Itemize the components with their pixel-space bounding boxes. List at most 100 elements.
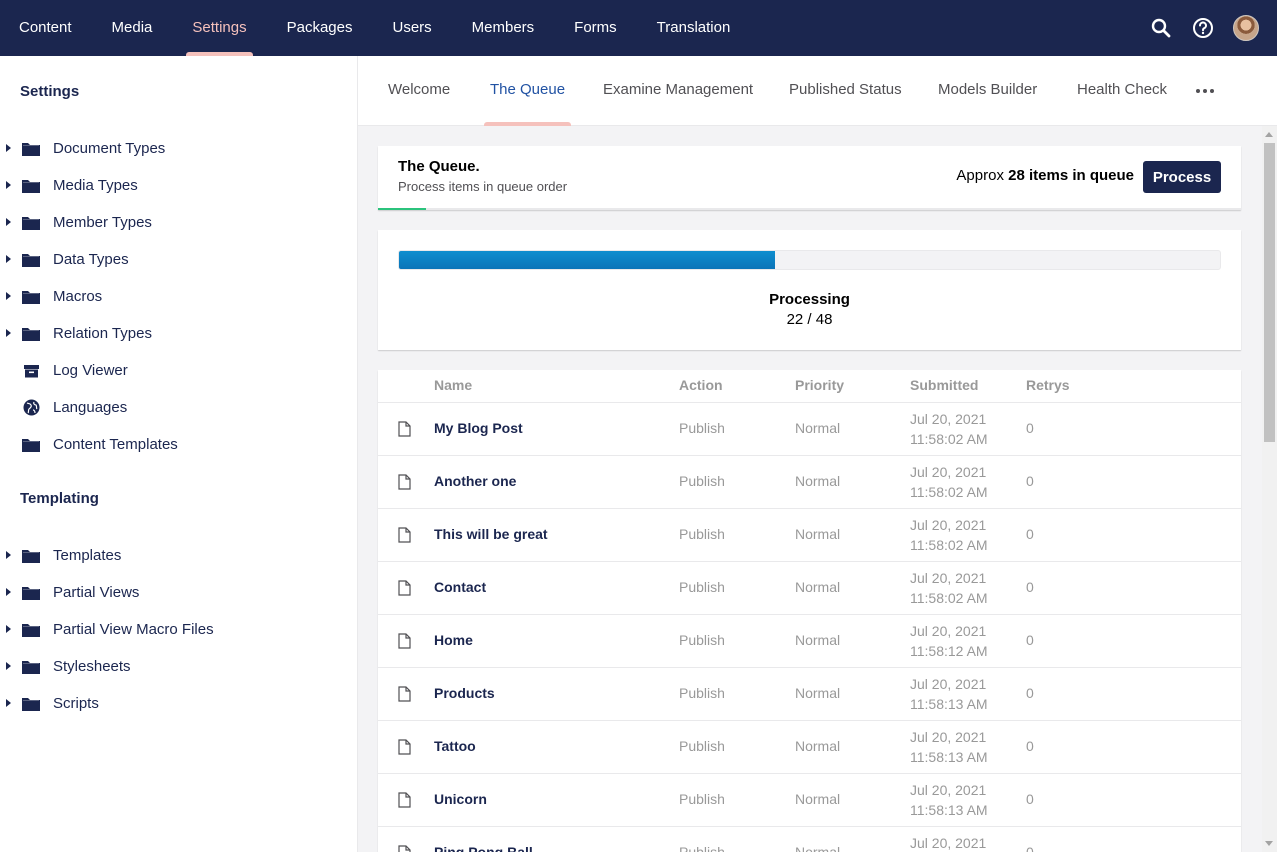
sidebar-item-scripts[interactable]: Scripts <box>0 685 357 722</box>
row-action: Publish <box>679 579 725 595</box>
table-row[interactable]: Contact Publish Normal Jul 20, 2021 11:58:02… <box>378 562 1241 615</box>
expand-caret-icon[interactable] <box>6 329 11 337</box>
table-row[interactable]: Ping Pong Ball Publish Normal Jul 20, 2021 0 <box>378 827 1241 852</box>
sidebar-item-media-types[interactable]: Media Types <box>0 167 357 204</box>
column-header-retrys[interactable]: Retrys <box>1026 377 1070 393</box>
section-nav: Content Media Settings Packages Users Me… <box>0 0 750 56</box>
sidebar-item-label: Languages <box>53 399 128 416</box>
content-scrollbar[interactable] <box>1262 126 1277 852</box>
sidebar-item-macros[interactable]: Macros <box>0 278 357 315</box>
expand-caret-icon[interactable] <box>6 551 11 559</box>
row-priority: Normal <box>795 632 841 648</box>
column-header-name[interactable]: Name <box>434 377 472 393</box>
tab-published-status[interactable]: Published Status <box>789 56 902 126</box>
expand-caret-icon[interactable] <box>6 255 11 263</box>
folder-icon <box>22 288 40 305</box>
sidebar-item-relation-types[interactable]: Relation Types <box>0 315 357 352</box>
row-submitted-date: Jul 20, 2021 <box>910 676 987 692</box>
table-row[interactable]: Unicorn Publish Normal Jul 20, 2021 11:58:13… <box>378 774 1241 827</box>
row-retrys: 0 <box>1026 420 1034 436</box>
queue-table: Name Action Priority Submitted Retrys My… <box>378 370 1241 852</box>
document-icon <box>398 580 412 597</box>
tab-health-check[interactable]: Health Check <box>1077 56 1167 126</box>
scroll-up-icon[interactable] <box>1265 132 1273 137</box>
sidebar-item-templates[interactable]: Templates <box>0 537 357 574</box>
row-name[interactable]: Unicorn <box>434 791 487 807</box>
dashboard-tabs: Welcome The Queue Examine Management Pub… <box>358 56 1277 126</box>
tab-welcome[interactable]: Welcome <box>388 56 450 126</box>
row-submitted-time: 11:58:13 AM <box>910 802 988 818</box>
sidebar-item-log-viewer[interactable]: Log Viewer <box>0 352 357 389</box>
sidebar-item-member-types[interactable]: Member Types <box>0 204 357 241</box>
section-media[interactable]: Media <box>92 0 173 56</box>
more-tabs-icon[interactable] <box>1196 89 1214 93</box>
section-forms[interactable]: Forms <box>554 0 637 56</box>
tab-examine-management[interactable]: Examine Management <box>603 56 753 126</box>
main-content: Welcome The Queue Examine Management Pub… <box>358 56 1277 852</box>
row-name[interactable]: Ping Pong Ball <box>434 844 533 852</box>
expand-caret-icon[interactable] <box>6 292 11 300</box>
row-submitted-time: 11:58:13 AM <box>910 749 988 765</box>
row-name[interactable]: Another one <box>434 473 516 489</box>
expand-caret-icon[interactable] <box>6 625 11 633</box>
folder-icon <box>22 177 40 194</box>
table-row[interactable]: This will be great Publish Normal Jul 20, 2… <box>378 509 1241 562</box>
queue-header-panel: The Queue. Process items in queue order … <box>378 146 1241 210</box>
row-priority: Normal <box>795 738 841 754</box>
user-avatar[interactable] <box>1233 15 1259 41</box>
sidebar-item-label: Macros <box>53 288 103 305</box>
expand-caret-icon[interactable] <box>6 699 11 707</box>
row-submitted-time: 11:58:02 AM <box>910 537 988 553</box>
section-content[interactable]: Content <box>0 0 92 56</box>
column-header-priority[interactable]: Priority <box>795 377 844 393</box>
sidebar-item-languages[interactable]: Languages <box>0 389 357 426</box>
sidebar-item-label: Content Templates <box>53 436 178 453</box>
document-icon <box>398 474 412 491</box>
process-button[interactable]: Process <box>1143 161 1221 193</box>
scrollbar-thumb[interactable] <box>1264 143 1275 442</box>
scroll-down-icon[interactable] <box>1265 841 1273 846</box>
sidebar-item-partial-view-macro-files[interactable]: Partial View Macro Files <box>0 611 357 648</box>
row-name[interactable]: Products <box>434 685 495 701</box>
table-row[interactable]: My Blog Post Publish Normal Jul 20, 2021 11:… <box>378 403 1241 456</box>
progress-count: 22 / 48 <box>786 311 833 328</box>
section-users[interactable]: Users <box>372 0 451 56</box>
sidebar-item-data-types[interactable]: Data Types <box>0 241 357 278</box>
sidebar-item-content-templates[interactable]: Content Templates <box>0 426 357 463</box>
row-name[interactable]: Tattoo <box>434 738 476 754</box>
table-row[interactable]: Tattoo Publish Normal Jul 20, 2021 11:58:13 … <box>378 721 1241 774</box>
sidebar-item-label: Relation Types <box>53 325 152 342</box>
row-name[interactable]: Home <box>434 632 473 648</box>
section-translation[interactable]: Translation <box>637 0 751 56</box>
expand-caret-icon[interactable] <box>6 181 11 189</box>
row-priority: Normal <box>795 579 841 595</box>
folder-icon <box>22 584 40 601</box>
expand-caret-icon[interactable] <box>6 218 11 226</box>
column-header-submitted[interactable]: Submitted <box>910 377 978 393</box>
row-submitted-date: Jul 20, 2021 <box>910 464 987 480</box>
sidebar-item-document-types[interactable]: Document Types <box>0 130 357 167</box>
search-icon[interactable] <box>1149 16 1173 40</box>
table-row[interactable]: Products Publish Normal Jul 20, 2021 11:58:1… <box>378 668 1241 721</box>
expand-caret-icon[interactable] <box>6 588 11 596</box>
progress-bar <box>398 250 1221 270</box>
tab-models-builder[interactable]: Models Builder <box>938 56 1037 126</box>
sidebar-item-partial-views[interactable]: Partial Views <box>0 574 357 611</box>
section-packages[interactable]: Packages <box>267 0 373 56</box>
row-name[interactable]: My Blog Post <box>434 420 523 436</box>
help-icon[interactable] <box>1191 16 1215 40</box>
expand-caret-icon[interactable] <box>6 144 11 152</box>
folder-icon <box>22 140 40 157</box>
table-row[interactable]: Another one Publish Normal Jul 20, 2021 11:5… <box>378 456 1241 509</box>
section-settings[interactable]: Settings <box>172 0 266 56</box>
expand-caret-icon[interactable] <box>6 662 11 670</box>
row-submitted-time: 11:58:12 AM <box>910 643 988 659</box>
table-row[interactable]: Home Publish Normal Jul 20, 2021 11:58:12 AM… <box>378 615 1241 668</box>
row-name[interactable]: This will be great <box>434 526 548 542</box>
settings-heading: Settings <box>20 83 80 100</box>
column-header-action[interactable]: Action <box>679 377 723 393</box>
tab-the-queue[interactable]: The Queue <box>483 56 572 126</box>
section-members[interactable]: Members <box>452 0 555 56</box>
row-name[interactable]: Contact <box>434 579 486 595</box>
sidebar-item-stylesheets[interactable]: Stylesheets <box>0 648 357 685</box>
